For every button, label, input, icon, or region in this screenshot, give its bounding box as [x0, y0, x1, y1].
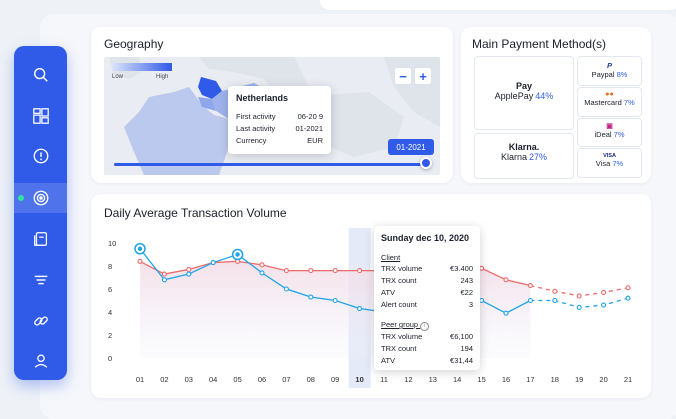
transaction-volume-chart: 024681001 02 03 04 05 06 07 08 09 10 11 12 13 14 15 16 1… [108, 228, 632, 388]
data-point [235, 252, 240, 257]
x-tick-label: 02 [160, 375, 168, 384]
chart-tooltip: Sunday dec 10, 2020 Client TRX volume €3.… [374, 226, 480, 370]
data-point [308, 268, 314, 274]
data-point [259, 262, 265, 268]
data-point [210, 259, 216, 266]
data-point [625, 295, 631, 301]
data-point [332, 297, 338, 304]
y-tick-label: 2 [108, 331, 112, 340]
peer-trx-volume: TRX volume €6,100 [381, 332, 473, 341]
data-point [332, 268, 338, 274]
x-tick-label: 06 [258, 375, 266, 384]
y-tick-label: 10 [108, 239, 116, 248]
chart-tooltip-client-label: Client [381, 253, 401, 262]
data-point [503, 310, 509, 316]
y-tick-label: 6 [108, 285, 112, 294]
data-point [527, 297, 533, 304]
x-tick-label: 14 [453, 375, 461, 384]
data-point [552, 297, 558, 304]
x-tick-label: 11 [380, 375, 388, 384]
x-tick-label: 12 [404, 375, 412, 384]
data-point [357, 268, 363, 274]
data-point [357, 305, 363, 312]
x-tick-label: 13 [429, 375, 437, 384]
data-point [161, 277, 167, 283]
x-tick-label: 08 [307, 375, 315, 384]
data-point [259, 270, 265, 276]
data-point [137, 246, 143, 251]
data-point [576, 304, 582, 310]
x-tick-label: 09 [331, 375, 339, 384]
x-tick-label: 18 [551, 375, 559, 384]
peer-atv: ATV €31,44 [381, 356, 473, 365]
data-point [576, 293, 582, 299]
x-tick-label: 07 [282, 375, 290, 384]
peer-trx-count: TRX count 194 [381, 344, 473, 353]
info-icon[interactable]: i [420, 322, 430, 331]
data-point [283, 286, 289, 292]
x-tick-label: 03 [185, 375, 193, 384]
data-point [503, 277, 509, 283]
data-point [161, 271, 167, 277]
x-tick-label: 05 [233, 375, 241, 384]
x-tick-label: 15 [477, 375, 485, 384]
data-point [308, 294, 314, 300]
x-tick-label: 10 [355, 375, 363, 384]
client-trx-count: TRX count 243 [381, 276, 473, 285]
x-tick-label: 16 [502, 375, 510, 384]
client-trx-volume: TRX volume €3.400 [381, 264, 473, 273]
x-tick-label: 01 [136, 375, 144, 384]
data-point [552, 288, 558, 294]
y-tick-label: 4 [108, 308, 112, 317]
data-point [601, 302, 607, 308]
x-tick-label: 19 [575, 375, 583, 384]
chart-tooltip-date: Sunday dec 10, 2020 [381, 233, 470, 243]
y-tick-label: 0 [108, 354, 112, 363]
data-point [186, 271, 192, 277]
chart-tooltip-peer-label: Peer group i [381, 320, 430, 331]
client-atv: ATV €22 [381, 288, 473, 297]
x-tick-label: 04 [209, 375, 217, 384]
x-tick-label: 17 [526, 375, 534, 384]
data-point [479, 297, 485, 304]
data-point [527, 282, 533, 289]
data-point [625, 285, 631, 291]
x-tick-label: 20 [599, 375, 607, 384]
data-point [186, 266, 192, 273]
x-tick-label: 21 [624, 375, 632, 384]
data-point [601, 289, 607, 296]
data-point [137, 258, 143, 264]
y-tick-label: 8 [108, 262, 112, 271]
client-alert-count: Alert count 3 [381, 300, 473, 309]
data-point [479, 265, 485, 271]
data-point [283, 268, 289, 274]
